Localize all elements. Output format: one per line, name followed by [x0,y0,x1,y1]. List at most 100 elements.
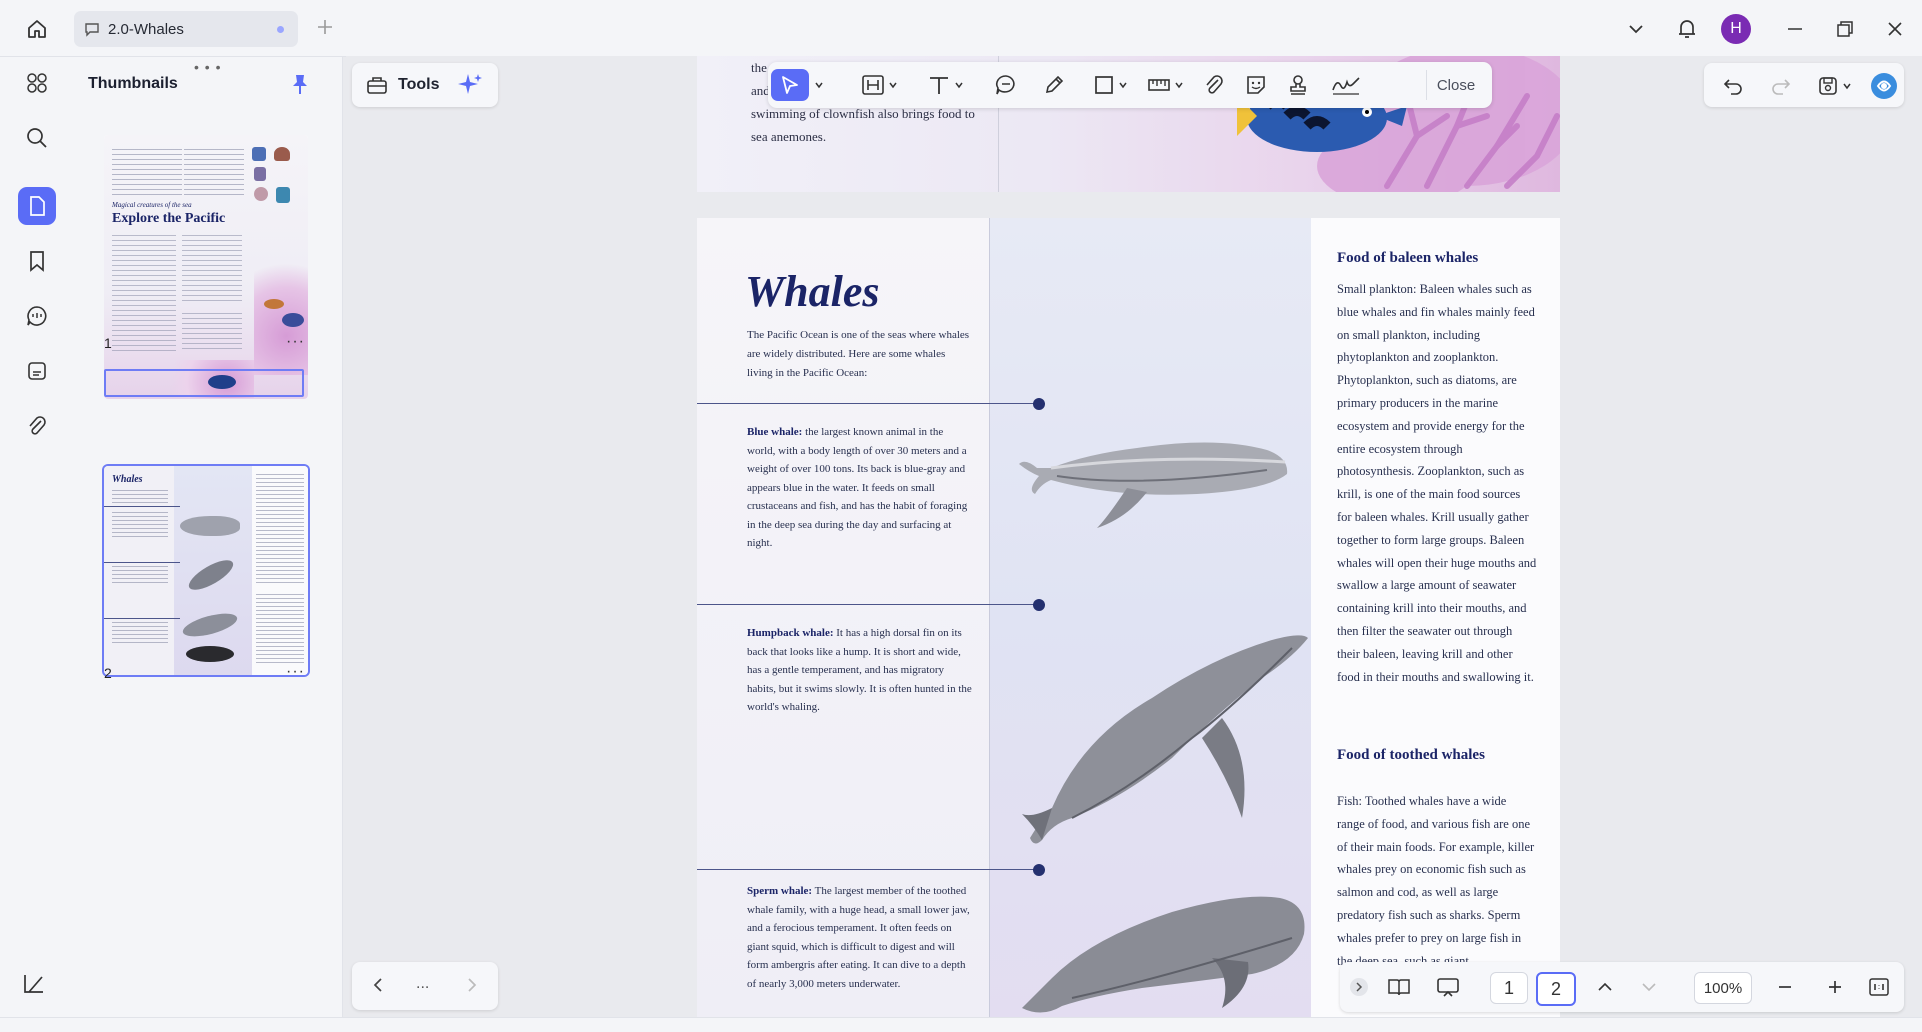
bookmarks-button[interactable] [18,242,56,280]
search-button[interactable] [18,119,56,157]
humpback-whale-image [1022,635,1308,844]
divider-line [697,403,1042,404]
close-toolbar-button[interactable]: Close [1426,70,1485,100]
note-tool[interactable] [990,69,1022,101]
measure-tool[interactable] [1142,69,1188,101]
zoom-out-button[interactable] [1770,972,1800,1002]
assistant-icon [1871,73,1897,99]
shape-tool[interactable] [1088,69,1132,101]
close-window-button[interactable] [1880,14,1910,44]
textbox-icon [861,75,884,95]
form-icon [28,362,46,380]
chevron-right-icon [1350,978,1368,996]
undo-icon [1723,79,1742,95]
unsaved-dot [277,26,284,33]
scroll-up-button[interactable] [1590,972,1620,1002]
prev-page-button[interactable] [370,974,386,996]
new-tab-button[interactable] [314,16,336,38]
forms-button[interactable] [18,352,56,390]
tab-title: 2.0-Whales [108,20,184,38]
page-thumbnail-2[interactable]: Whales [104,466,308,675]
intro-text: The Pacific Ocean is one of the seas whe… [747,329,970,379]
home-button[interactable] [20,14,54,44]
more-nav-button[interactable]: ... [416,975,429,993]
page-2-button[interactable]: 2 [1536,972,1576,1006]
thumb-2-heading: Whales [112,474,143,485]
tabs-dropdown-button[interactable] [1621,14,1651,44]
page-nav-bar: ... [352,962,498,1010]
document-tab[interactable]: 2.0-Whales [74,11,298,47]
left-icon-rail [0,57,73,1031]
sidebar-toggle-button[interactable] [22,972,48,996]
page-layout-button[interactable] [1384,972,1414,1002]
home-icon [28,20,46,38]
toolbox-icon [367,77,387,94]
tools-label: Tools [398,76,440,93]
next-page-button[interactable] [464,974,480,996]
pencil-tool[interactable] [1038,69,1070,101]
divider-dot [1033,599,1045,611]
page-1-more-button[interactable]: ··· [286,333,305,351]
sticker-tool[interactable] [1240,69,1272,101]
pencil-icon [1045,75,1064,94]
attach-tool[interactable] [1198,69,1230,101]
user-avatar[interactable]: H [1721,14,1751,44]
page-2-more-button[interactable]: ··· [286,663,305,681]
stamp-tool[interactable] [1282,69,1314,101]
page-number-2: 2 [104,665,112,681]
chevron-down-icon [954,82,963,89]
chevron-left-icon [373,978,382,992]
restore-button[interactable] [1830,14,1860,44]
minimize-button[interactable] [1780,14,1810,44]
thumbnails-button[interactable] [18,187,56,225]
actual-size-button[interactable] [1864,972,1894,1002]
title-bar: 2.0-Whales H [0,0,1922,57]
divider-dot [1033,864,1045,876]
divider-line [697,604,1042,605]
page-icon [30,196,45,216]
panel-grip[interactable]: • • • [194,59,221,75]
signature-tool[interactable] [1326,69,1366,101]
presentation-button[interactable] [1432,972,1464,1002]
save-button[interactable] [1812,70,1856,102]
measure-icon [1147,79,1170,91]
scroll-down-button[interactable] [1634,972,1664,1002]
close-icon [1888,22,1902,36]
collapse-bar-button[interactable] [1348,972,1370,1002]
chevron-up-icon [1598,982,1612,991]
chevron-down-icon [1629,25,1643,34]
actual-size-icon [1869,978,1889,996]
annotation-toolbar: Close [768,62,1492,108]
apps-button[interactable] [18,64,56,102]
chevron-down-icon [815,82,823,89]
status-bar [0,1017,1922,1032]
divider-dot [1033,398,1045,410]
paperclip-icon [1206,75,1223,94]
note-icon [996,75,1015,95]
text-tool[interactable] [922,69,968,101]
zoom-level[interactable]: 100% [1694,972,1752,1004]
attachments-button[interactable] [18,407,56,445]
ai-assistant-button[interactable] [1868,70,1900,102]
textbox-tool[interactable] [856,69,902,101]
minimize-icon [1788,28,1802,30]
page-1-button[interactable]: 1 [1490,972,1528,1004]
redo-button[interactable] [1766,70,1796,102]
page-thumbnail-1[interactable]: Magical creatures of the sea Explore the… [104,135,308,399]
pin-panel-button[interactable] [290,73,310,95]
minus-icon [1779,986,1791,988]
entry-name: Blue whale: [747,426,803,438]
zoom-in-button[interactable] [1820,972,1850,1002]
entry-text: the largest known animal in the world, w… [747,426,968,549]
tools-button[interactable]: Tools [352,63,498,107]
comments-button[interactable] [18,297,56,335]
restore-icon [1837,21,1853,37]
redo-icon [1772,79,1791,95]
notifications-button[interactable] [1672,14,1702,44]
sparkle-icon[interactable] [457,72,483,98]
chevron-right-icon [468,978,477,992]
select-tool[interactable] [771,69,809,101]
select-tool-dropdown[interactable] [812,69,826,101]
attachment-icon [29,416,46,435]
undo-button[interactable] [1718,70,1748,102]
